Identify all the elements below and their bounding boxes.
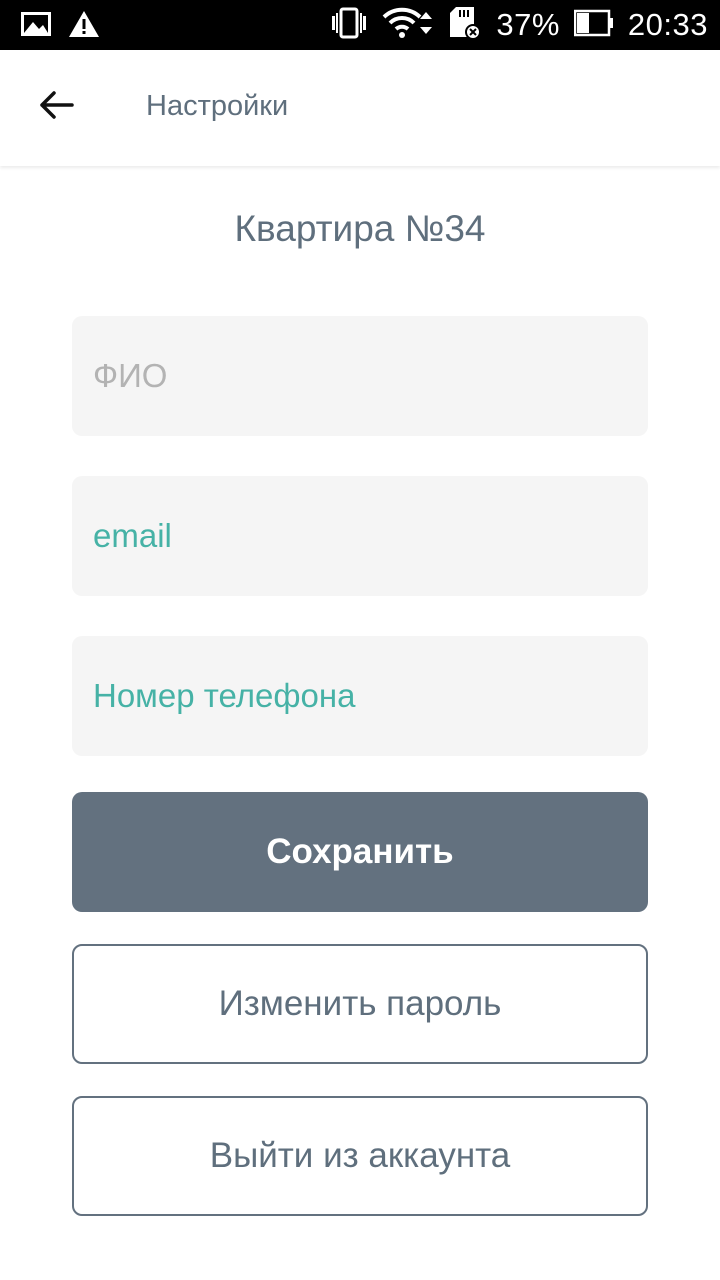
page-title: Квартира №34: [234, 208, 486, 249]
vibrate-icon: [330, 6, 368, 45]
status-bar: 37% 20:33: [0, 0, 720, 50]
logout-button[interactable]: Выйти из аккаунта: [72, 1096, 648, 1216]
sd-card-icon: [448, 5, 482, 46]
toolbar: Настройки: [0, 50, 720, 166]
clock: 20:33: [627, 7, 708, 42]
back-button[interactable]: [30, 84, 82, 130]
status-bar-notifications: [20, 9, 100, 44]
email-field[interactable]: [72, 476, 648, 596]
warning-icon: [68, 9, 100, 44]
status-bar-system: 37% 20:33: [330, 0, 708, 50]
battery-icon: [573, 8, 614, 43]
toolbar-title: Настройки: [146, 90, 289, 122]
arrow-left-icon: [38, 90, 74, 125]
battery-percent: 37%: [496, 7, 560, 42]
save-button[interactable]: Сохранить: [72, 792, 648, 912]
change-password-button[interactable]: Изменить пароль: [72, 944, 648, 1064]
wifi-icon: [382, 6, 434, 45]
full-name-field[interactable]: [72, 316, 648, 436]
phone-field[interactable]: [72, 636, 648, 756]
gallery-icon: [20, 9, 52, 44]
